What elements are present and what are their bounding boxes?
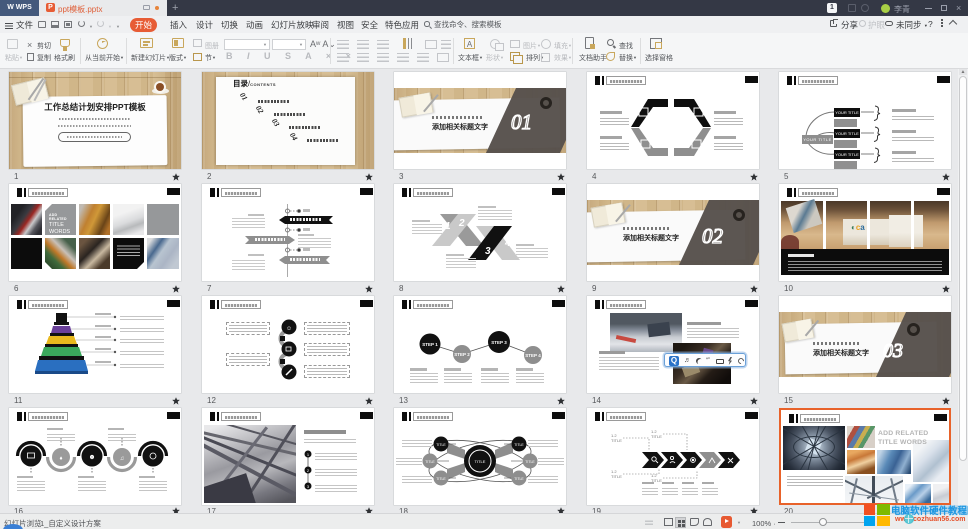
svg-text:3: 3	[485, 246, 491, 257]
svg-text:☻: ☻	[88, 454, 95, 461]
svg-text:☺: ☺	[286, 326, 292, 332]
svg-text:STEP 2: STEP 2	[454, 352, 470, 357]
svg-text:♦: ♦	[59, 456, 62, 462]
svg-text:TITLE: TITLE	[436, 443, 446, 447]
svg-text:1: 1	[445, 221, 451, 232]
svg-text:STEP 3: STEP 3	[491, 340, 507, 345]
svg-text:STEP 1: STEP 1	[422, 342, 438, 347]
svg-text:4: 4	[504, 238, 511, 249]
svg-text:TITLE: TITLE	[525, 460, 535, 464]
svg-text:2: 2	[458, 218, 465, 229]
svg-text:♫: ♫	[120, 456, 125, 462]
svg-text:TITLE: TITLE	[514, 477, 524, 481]
svg-text:TITLE: TITLE	[514, 443, 524, 447]
svg-text:TITLE: TITLE	[425, 460, 435, 464]
svg-text:STEP 4: STEP 4	[525, 353, 541, 358]
svg-text:TITLE: TITLE	[475, 459, 486, 464]
svg-text:TITLE: TITLE	[436, 477, 446, 481]
